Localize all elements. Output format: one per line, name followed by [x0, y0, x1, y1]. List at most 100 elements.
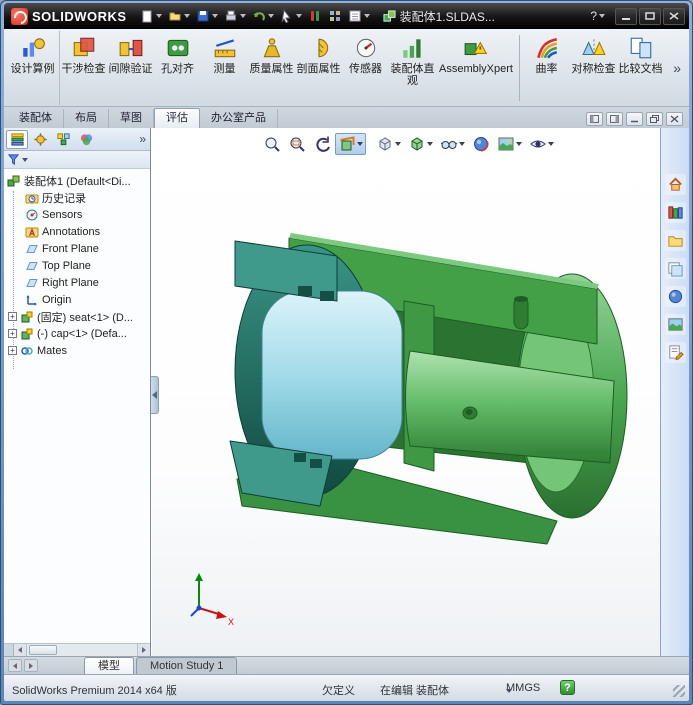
origin-icon — [25, 293, 39, 307]
panel-overflow-button[interactable]: » — [139, 132, 146, 146]
ribbon-button-label: 间隙验证 — [109, 63, 153, 75]
interference-check-button[interactable]: 干涉检查 — [60, 31, 107, 105]
motion-study-tab[interactable]: Motion Study 1 — [136, 657, 237, 674]
tree-item-annotations[interactable]: Annotations — [4, 223, 150, 240]
resources-button[interactable] — [665, 174, 686, 195]
annotations-icon — [25, 225, 39, 239]
tree-item-front-plane[interactable]: Front Plane — [4, 240, 150, 257]
doc-close-button[interactable] — [666, 112, 683, 126]
tree-item-right-plane[interactable]: Right Plane — [4, 274, 150, 291]
tree-filter-bar[interactable] — [4, 151, 150, 169]
minimize-button[interactable] — [615, 8, 637, 25]
new-document-button[interactable] — [137, 7, 165, 25]
rebuild-button[interactable] — [305, 7, 325, 25]
custom-properties-button[interactable] — [665, 342, 686, 363]
clearance-verification-button[interactable]: 间隙验证 — [107, 31, 154, 105]
doc-restore-button[interactable] — [646, 112, 663, 126]
model-3d-view[interactable]: X — [152, 128, 660, 656]
scroll-left-button[interactable] — [14, 644, 27, 656]
document-title: 装配体1.SLDAS... — [383, 8, 495, 25]
undo-button[interactable] — [249, 7, 277, 25]
command-manager-ribbon: 设计算例 干涉检查 间隙验证 孔对齐 测量 质量属性 剖面属性 传感器 — [4, 29, 689, 107]
scenes-button[interactable] — [665, 314, 686, 335]
symmetry-check-button[interactable]: 对称检查 — [570, 31, 617, 105]
ribbon-overflow-button[interactable]: » — [667, 60, 687, 76]
tab-office-products[interactable]: 办公室产品 — [200, 109, 278, 128]
tree-item-mates[interactable]: + Mates — [4, 342, 150, 359]
curvature-button[interactable]: 曲率 — [523, 31, 570, 105]
title-bar: SOLIDWORKS 装配体1.SLDAS... ? — [4, 3, 689, 29]
tab-evaluate[interactable]: 评估 — [154, 108, 200, 128]
graphics-viewport[interactable]: X — [152, 128, 660, 656]
scrollbar-thumb[interactable] — [29, 645, 57, 655]
curvature-icon — [534, 35, 560, 61]
model-tab[interactable]: 模型 — [84, 657, 134, 674]
tree-item-history[interactable]: 历史记录 — [4, 189, 150, 206]
tree-item-label: Front Plane — [42, 243, 99, 255]
expand-toggle[interactable]: + — [8, 346, 17, 355]
ribbon-button-label: 干涉检查 — [62, 63, 106, 75]
assembly-visualization-button[interactable]: 装配体直观 — [389, 31, 436, 105]
panel-collapse-handle[interactable] — [151, 376, 159, 414]
tab-scroll-right-button[interactable] — [24, 659, 38, 672]
hole-alignment-button[interactable]: 孔对齐 — [154, 31, 201, 105]
displaymanager-tab[interactable] — [75, 130, 97, 149]
view-palette-button[interactable] — [665, 258, 686, 279]
options-button[interactable] — [325, 7, 345, 25]
tree-item-seat[interactable]: + (固定) seat<1> (D... — [4, 308, 150, 325]
measure-button[interactable]: 测量 — [201, 31, 248, 105]
compare-documents-button[interactable]: 比较文档 — [617, 31, 664, 105]
open-folder-icon — [168, 9, 182, 23]
tree-item-assembly-root[interactable]: 装配体1 (Default<Di... — [4, 172, 150, 189]
feature-tree: 装配体1 (Default<Di... 历史记录 Sensors Annotat… — [4, 169, 150, 643]
section-properties-button[interactable]: 剖面属性 — [295, 31, 342, 105]
tab-layout[interactable]: 布局 — [64, 109, 109, 128]
tree-item-label: (-) cap<1> (Defa... — [37, 328, 127, 340]
tree-horizontal-scrollbar[interactable] — [4, 643, 150, 656]
status-help-button[interactable]: ? — [560, 680, 575, 695]
tree-item-label: 历史记录 — [42, 190, 86, 206]
units-selector[interactable]: MMGS — [506, 682, 540, 694]
tree-item-label: Right Plane — [42, 277, 99, 289]
mass-properties-button[interactable]: 质量属性 — [248, 31, 295, 105]
tab-scroll-left-button[interactable] — [8, 659, 22, 672]
dassault-logo-icon — [11, 8, 28, 25]
sensor-button[interactable]: 传感器 — [342, 31, 389, 105]
plane-icon — [25, 242, 39, 256]
assemblyxpert-button[interactable]: AssemblyXpert — [436, 31, 516, 105]
expand-toggle[interactable]: + — [8, 312, 17, 321]
propertymanager-tab[interactable] — [29, 130, 51, 149]
scrollbar-split-box[interactable] — [4, 644, 14, 656]
select-button[interactable] — [277, 7, 305, 25]
ribbon-button-label: 质量属性 — [250, 63, 294, 75]
tree-item-top-plane[interactable]: Top Plane — [4, 257, 150, 274]
file-explorer-button[interactable] — [665, 230, 686, 251]
tree-item-cap[interactable]: + (-) cap<1> (Defa... — [4, 325, 150, 342]
open-document-button[interactable] — [165, 7, 193, 25]
file-properties-button[interactable] — [345, 7, 373, 25]
maximize-button[interactable] — [639, 8, 661, 25]
help-button[interactable]: ? — [590, 9, 605, 23]
pane-right-button[interactable] — [606, 112, 623, 126]
scroll-right-button[interactable] — [137, 644, 150, 656]
folder-icon — [667, 232, 684, 249]
tab-sketch[interactable]: 草图 — [109, 109, 154, 128]
save-button[interactable] — [193, 7, 221, 25]
design-library-button[interactable] — [665, 202, 686, 223]
doc-minimize-button[interactable] — [626, 112, 643, 126]
dropdown-arrow — [296, 14, 302, 18]
displaymanager-icon — [79, 132, 94, 147]
print-button[interactable] — [221, 7, 249, 25]
origin-triad: X — [191, 573, 234, 627]
expand-toggle[interactable]: + — [8, 329, 17, 338]
tab-assembly[interactable]: 装配体 — [8, 109, 64, 128]
close-button[interactable] — [663, 8, 685, 25]
design-study-button[interactable]: 设计算例 — [6, 31, 60, 105]
pane-left-button[interactable] — [586, 112, 603, 126]
featuremanager-tab[interactable] — [6, 130, 28, 149]
resize-grip[interactable] — [673, 685, 685, 697]
configurationmanager-tab[interactable] — [52, 130, 74, 149]
tree-item-origin[interactable]: Origin — [4, 291, 150, 308]
tree-item-sensors[interactable]: Sensors — [4, 206, 150, 223]
appearances-button[interactable] — [665, 286, 686, 307]
